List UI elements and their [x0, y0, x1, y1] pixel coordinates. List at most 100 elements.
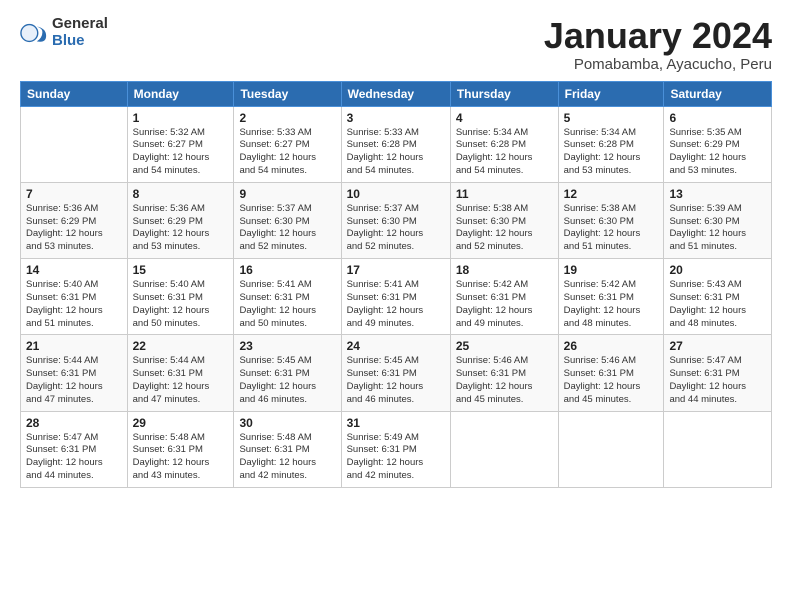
day-number: 23 [239, 339, 335, 353]
day-number: 29 [133, 416, 229, 430]
calendar-cell [21, 106, 128, 182]
day-info: Sunrise: 5:42 AM Sunset: 6:31 PM Dayligh… [456, 279, 553, 330]
day-number: 3 [347, 111, 445, 125]
day-info: Sunrise: 5:40 AM Sunset: 6:31 PM Dayligh… [133, 279, 229, 330]
col-header-tuesday: Tuesday [234, 81, 341, 106]
day-info: Sunrise: 5:34 AM Sunset: 6:28 PM Dayligh… [564, 127, 659, 178]
day-number: 22 [133, 339, 229, 353]
calendar-cell: 15 Sunrise: 5:40 AM Sunset: 6:31 PM Dayli… [127, 259, 234, 335]
col-header-saturday: Saturday [664, 81, 772, 106]
day-info: Sunrise: 5:44 AM Sunset: 6:31 PM Dayligh… [26, 355, 122, 406]
day-info: Sunrise: 5:44 AM Sunset: 6:31 PM Dayligh… [133, 355, 229, 406]
day-info: Sunrise: 5:48 AM Sunset: 6:31 PM Dayligh… [239, 432, 335, 483]
day-number: 25 [456, 339, 553, 353]
day-number: 20 [669, 263, 766, 277]
calendar-cell: 29 Sunrise: 5:48 AM Sunset: 6:31 PM Dayli… [127, 411, 234, 487]
day-number: 15 [133, 263, 229, 277]
calendar-cell: 4Sunrise: 5:34 AM Sunset: 6:28 PM Daylig… [450, 106, 558, 182]
day-number: 18 [456, 263, 553, 277]
title-block: January 2024 Pomabamba, Ayacucho, Peru [544, 16, 772, 73]
calendar-cell: 21 Sunrise: 5:44 AM Sunset: 6:31 PM Dayli… [21, 335, 128, 411]
day-info: Sunrise: 5:45 AM Sunset: 6:31 PM Dayligh… [347, 355, 445, 406]
day-number: 28 [26, 416, 122, 430]
calendar-cell: 27 Sunrise: 5:47 AM Sunset: 6:31 PM Dayli… [664, 335, 772, 411]
logo-blue-text: Blue [52, 33, 108, 50]
col-header-monday: Monday [127, 81, 234, 106]
calendar-cell: 18 Sunrise: 5:42 AM Sunset: 6:31 PM Dayli… [450, 259, 558, 335]
calendar-cell: 11 Sunrise: 5:38 AM Sunset: 6:30 PM Dayli… [450, 182, 558, 258]
col-header-sunday: Sunday [21, 81, 128, 106]
day-info: Sunrise: 5:43 AM Sunset: 6:31 PM Dayligh… [669, 279, 766, 330]
day-number: 9 [239, 187, 335, 201]
day-number: 24 [347, 339, 445, 353]
day-info: Sunrise: 5:47 AM Sunset: 6:31 PM Dayligh… [26, 432, 122, 483]
day-number: 6 [669, 111, 766, 125]
calendar-cell: 31Sunrise: 5:49 AM Sunset: 6:31 PM Dayli… [341, 411, 450, 487]
calendar-cell: 13 Sunrise: 5:39 AM Sunset: 6:30 PM Dayli… [664, 182, 772, 258]
col-header-thursday: Thursday [450, 81, 558, 106]
calendar-cell: 22 Sunrise: 5:44 AM Sunset: 6:31 PM Dayli… [127, 335, 234, 411]
calendar-cell: 23Sunrise: 5:45 AM Sunset: 6:31 PM Dayli… [234, 335, 341, 411]
calendar-cell: 1Sunrise: 5:32 AM Sunset: 6:27 PM Daylig… [127, 106, 234, 182]
day-number: 14 [26, 263, 122, 277]
col-header-wednesday: Wednesday [341, 81, 450, 106]
header-row: SundayMondayTuesdayWednesdayThursdayFrid… [21, 81, 772, 106]
day-info: Sunrise: 5:46 AM Sunset: 6:31 PM Dayligh… [564, 355, 659, 406]
calendar-cell: 9 Sunrise: 5:37 AM Sunset: 6:30 PM Daylig… [234, 182, 341, 258]
day-info: Sunrise: 5:36 AM Sunset: 6:29 PM Dayligh… [26, 203, 122, 254]
day-info: Sunrise: 5:38 AM Sunset: 6:30 PM Dayligh… [456, 203, 553, 254]
day-info: Sunrise: 5:41 AM Sunset: 6:31 PM Dayligh… [239, 279, 335, 330]
calendar-cell: 25 Sunrise: 5:46 AM Sunset: 6:31 PM Dayli… [450, 335, 558, 411]
day-info: Sunrise: 5:41 AM Sunset: 6:31 PM Dayligh… [347, 279, 445, 330]
day-info: Sunrise: 5:33 AM Sunset: 6:27 PM Dayligh… [239, 127, 335, 178]
day-number: 13 [669, 187, 766, 201]
calendar-cell: 7Sunrise: 5:36 AM Sunset: 6:29 PM Daylig… [21, 182, 128, 258]
day-info: Sunrise: 5:48 AM Sunset: 6:31 PM Dayligh… [133, 432, 229, 483]
week-row-2: 7Sunrise: 5:36 AM Sunset: 6:29 PM Daylig… [21, 182, 772, 258]
day-info: Sunrise: 5:37 AM Sunset: 6:30 PM Dayligh… [239, 203, 335, 254]
calendar-cell: 12 Sunrise: 5:38 AM Sunset: 6:30 PM Dayli… [558, 182, 664, 258]
calendar-cell: 24 Sunrise: 5:45 AM Sunset: 6:31 PM Dayli… [341, 335, 450, 411]
week-row-1: 1Sunrise: 5:32 AM Sunset: 6:27 PM Daylig… [21, 106, 772, 182]
day-number: 11 [456, 187, 553, 201]
day-info: Sunrise: 5:39 AM Sunset: 6:30 PM Dayligh… [669, 203, 766, 254]
day-number: 27 [669, 339, 766, 353]
title-month: January 2024 [544, 16, 772, 56]
calendar-cell: 20 Sunrise: 5:43 AM Sunset: 6:31 PM Dayli… [664, 259, 772, 335]
day-number: 8 [133, 187, 229, 201]
day-number: 26 [564, 339, 659, 353]
day-info: Sunrise: 5:34 AM Sunset: 6:28 PM Dayligh… [456, 127, 553, 178]
day-info: Sunrise: 5:32 AM Sunset: 6:27 PM Dayligh… [133, 127, 229, 178]
calendar-cell: 26 Sunrise: 5:46 AM Sunset: 6:31 PM Dayli… [558, 335, 664, 411]
calendar-cell: 8 Sunrise: 5:36 AM Sunset: 6:29 PM Daylig… [127, 182, 234, 258]
day-number: 30 [239, 416, 335, 430]
calendar-cell: 17Sunrise: 5:41 AM Sunset: 6:31 PM Dayli… [341, 259, 450, 335]
day-info: Sunrise: 5:36 AM Sunset: 6:29 PM Dayligh… [133, 203, 229, 254]
page: General Blue January 2024 Pomabamba, Aya… [0, 0, 792, 498]
day-number: 5 [564, 111, 659, 125]
day-info: Sunrise: 5:42 AM Sunset: 6:31 PM Dayligh… [564, 279, 659, 330]
calendar-cell: 2 Sunrise: 5:33 AM Sunset: 6:27 PM Daylig… [234, 106, 341, 182]
week-row-4: 21 Sunrise: 5:44 AM Sunset: 6:31 PM Dayli… [21, 335, 772, 411]
day-info: Sunrise: 5:46 AM Sunset: 6:31 PM Dayligh… [456, 355, 553, 406]
calendar-cell [450, 411, 558, 487]
calendar-cell [558, 411, 664, 487]
day-info: Sunrise: 5:35 AM Sunset: 6:29 PM Dayligh… [669, 127, 766, 178]
calendar-cell: 14Sunrise: 5:40 AM Sunset: 6:31 PM Dayli… [21, 259, 128, 335]
calendar-cell: 6 Sunrise: 5:35 AM Sunset: 6:29 PM Daylig… [664, 106, 772, 182]
day-info: Sunrise: 5:38 AM Sunset: 6:30 PM Dayligh… [564, 203, 659, 254]
calendar-cell: 16 Sunrise: 5:41 AM Sunset: 6:31 PM Dayli… [234, 259, 341, 335]
day-number: 19 [564, 263, 659, 277]
week-row-5: 28 Sunrise: 5:47 AM Sunset: 6:31 PM Dayli… [21, 411, 772, 487]
day-number: 21 [26, 339, 122, 353]
day-info: Sunrise: 5:37 AM Sunset: 6:30 PM Dayligh… [347, 203, 445, 254]
calendar-cell: 28 Sunrise: 5:47 AM Sunset: 6:31 PM Dayli… [21, 411, 128, 487]
day-info: Sunrise: 5:33 AM Sunset: 6:28 PM Dayligh… [347, 127, 445, 178]
day-number: 2 [239, 111, 335, 125]
day-number: 16 [239, 263, 335, 277]
day-number: 12 [564, 187, 659, 201]
day-info: Sunrise: 5:47 AM Sunset: 6:31 PM Dayligh… [669, 355, 766, 406]
day-number: 10 [347, 187, 445, 201]
logo-icon [20, 19, 48, 47]
calendar-table: SundayMondayTuesdayWednesdayThursdayFrid… [20, 81, 772, 488]
